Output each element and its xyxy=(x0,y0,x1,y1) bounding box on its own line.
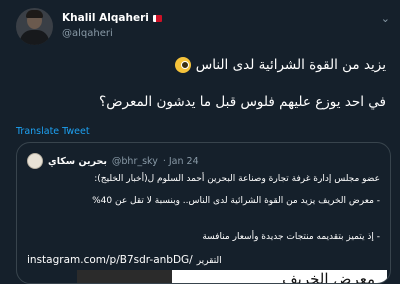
translate-tweet-link[interactable]: Translate Tweet xyxy=(16,126,90,137)
link-prefix-label: التقرير xyxy=(196,256,222,266)
quoted-paragraph-2: - معرض الخريف يزيد من القوة الشرائية لدى… xyxy=(92,196,380,206)
quoted-author-avatar[interactable] xyxy=(27,153,43,169)
avatar-hair-shape xyxy=(26,10,43,18)
author-handle[interactable]: @alqaheri xyxy=(62,28,113,39)
author-name[interactable]: Khalil Alqaheri xyxy=(62,12,149,24)
media-dark-region xyxy=(77,270,172,283)
quoted-tweet-date[interactable]: · Jan 24 xyxy=(163,156,199,167)
quoted-paragraph-1: عضو مجلس إدارة غرفة تجارة وصناعة البحرين… xyxy=(94,174,380,184)
quoted-paragraph-3: - إذ يتميز بتقديمه منتجات جديدة وأسعار م… xyxy=(202,232,380,242)
chevron-down-icon[interactable]: ⌄ xyxy=(381,12,390,25)
monocle-face-emoji-icon xyxy=(175,57,192,73)
tweet-line-1-text: يزيد من القوة الشرائية لدى الناس xyxy=(195,57,386,73)
author-avatar[interactable] xyxy=(16,8,53,45)
quoted-link-row: instagram.com/p/B7sdr-anbDG/ التقرير xyxy=(27,254,222,266)
tweet-text-line-1: يزيد من القوة الشرائية لدى الناس xyxy=(26,57,386,73)
quoted-tweet-header: بحرين سكاي @bhr_sky · Jan 24 xyxy=(27,153,199,169)
bahrain-flag-icon xyxy=(152,14,162,22)
quoted-author-name[interactable]: بحرين سكاي xyxy=(48,156,107,167)
tweet-text-line-2: في احد يوزع عليهم فلوس قبل ما يدشون المع… xyxy=(99,94,386,110)
avatar-body-shape xyxy=(20,30,49,45)
author-name-row: Khalil Alqaheri xyxy=(62,12,162,24)
quoted-author-handle[interactable]: @bhr_sky xyxy=(112,156,158,167)
quoted-media-image[interactable]: معرض الخريف xyxy=(77,270,387,283)
media-heading-text: معرض الخريف xyxy=(282,270,375,284)
instagram-link[interactable]: instagram.com/p/B7sdr-anbDG/ xyxy=(27,254,193,266)
quoted-tweet[interactable]: بحرين سكاي @bhr_sky · Jan 24 عضو مجلس إد… xyxy=(16,142,391,284)
